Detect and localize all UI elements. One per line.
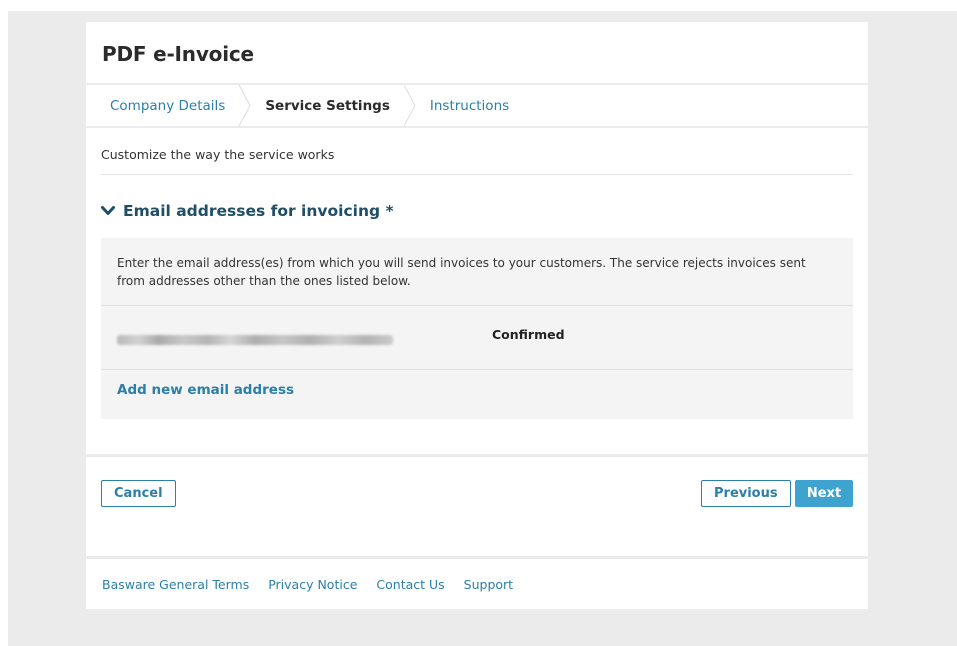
email-panel: Enter the email address(es) from which y… (101, 238, 853, 419)
chevron-down-icon (101, 206, 115, 216)
email-section-toggle[interactable]: Email addresses for invoicing * (101, 202, 853, 220)
email-section-title: Email addresses for invoicing * (123, 202, 394, 220)
redacted-email-address (117, 335, 393, 345)
wizard-card: PDF e-Invoice Company Details Service Se… (86, 22, 868, 609)
step-separator-icon (239, 85, 251, 126)
page-subtitle: Customize the way the service works (101, 128, 853, 175)
step-instructions[interactable]: Instructions (430, 98, 509, 114)
footer-link-privacy-notice[interactable]: Privacy Notice (268, 577, 357, 592)
title-bar: PDF e-Invoice (86, 22, 868, 83)
footer-link-contact-us[interactable]: Contact Us (376, 577, 444, 592)
main-content: Customize the way the service works Emai… (86, 128, 868, 454)
step-company-details[interactable]: Company Details (110, 98, 225, 114)
step-separator-icon (403, 85, 416, 126)
page-title: PDF e-Invoice (102, 42, 254, 66)
email-panel-description: Enter the email address(es) from which y… (101, 238, 853, 306)
footer-link-support[interactable]: Support (464, 577, 513, 592)
footer: Basware General Terms Privacy Notice Con… (86, 559, 868, 609)
email-row: Confirmed (101, 306, 853, 370)
previous-button[interactable]: Previous (701, 480, 791, 507)
step-service-settings[interactable]: Service Settings (265, 98, 390, 114)
cancel-button[interactable]: Cancel (101, 480, 176, 507)
wizard-steps: Company Details Service Settings Instruc… (86, 85, 868, 126)
action-bar: Cancel Previous Next (86, 457, 868, 556)
email-status: Confirmed (492, 327, 565, 342)
next-button[interactable]: Next (795, 480, 853, 507)
footer-link-general-terms[interactable]: Basware General Terms (102, 577, 249, 592)
add-email-link[interactable]: Add new email address (101, 370, 853, 419)
